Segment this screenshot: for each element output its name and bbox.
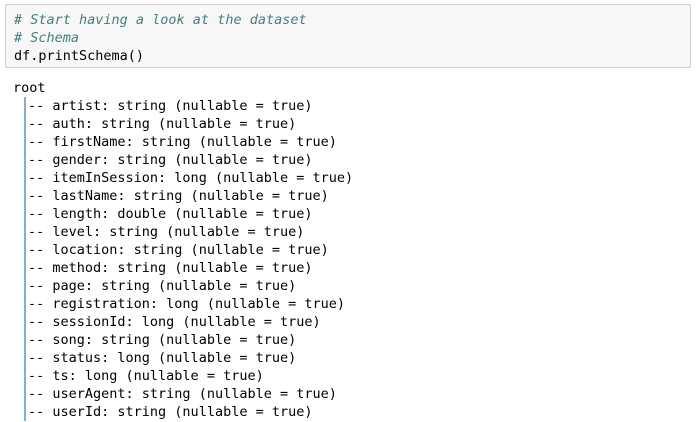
schema-field-line: -- song: string (nullable = true) [13, 331, 693, 349]
code-comment-line: # Schema [14, 30, 80, 46]
schema-field-text: location: string (nullable = true) [52, 242, 329, 258]
tree-branch-prefix: -- [28, 350, 53, 366]
schema-field-line: -- location: string (nullable = true) [13, 241, 693, 259]
schema-field-line: -- length: double (nullable = true) [13, 205, 693, 223]
schema-field-text: status: long (nullable = true) [52, 350, 297, 366]
tree-branch-marker [24, 277, 26, 295]
tree-branch-marker [24, 259, 26, 277]
schema-field-line: -- artist: string (nullable = true) [13, 97, 693, 115]
schema-field-text: song: string (nullable = true) [52, 332, 297, 348]
code-input-cell[interactable]: # Start having a look at the dataset # S… [5, 4, 691, 68]
schema-field-text: userAgent: string (nullable = true) [52, 386, 337, 402]
schema-field-line: -- registration: long (nullable = true) [13, 295, 693, 313]
tree-branch-prefix: -- [28, 116, 53, 132]
code-comment-line: # Start having a look at the dataset [14, 12, 307, 28]
tree-branch-marker [24, 349, 26, 367]
schema-field-text: page: string (nullable = true) [52, 278, 297, 294]
tree-branch-prefix: -- [28, 152, 53, 168]
tree-branch-marker [24, 313, 26, 331]
schema-field-line: -- lastName: string (nullable = true) [13, 187, 693, 205]
tree-branch-marker [24, 367, 26, 385]
schema-field-text: level: string (nullable = true) [52, 224, 305, 240]
tree-branch-prefix: -- [28, 206, 53, 222]
tree-branch-marker [24, 133, 26, 151]
tree-branch-prefix: -- [28, 278, 53, 294]
tree-branch-marker [24, 331, 26, 349]
schema-field-line: -- level: string (nullable = true) [13, 223, 693, 241]
tree-branch-marker [24, 187, 26, 205]
tree-branch-prefix: -- [28, 188, 53, 204]
schema-field-text: artist: string (nullable = true) [52, 98, 313, 114]
tree-branch-marker [24, 403, 26, 421]
schema-field-text: ts: long (nullable = true) [52, 368, 264, 384]
schema-field-line: -- userId: string (nullable = true) [13, 403, 693, 421]
tree-branch-marker [24, 223, 26, 241]
tree-branch-marker [24, 241, 26, 259]
tree-branch-marker [24, 115, 26, 133]
schema-field-line: -- firstName: string (nullable = true) [13, 133, 693, 151]
schema-field-text: registration: long (nullable = true) [52, 296, 345, 312]
tree-branch-marker [24, 151, 26, 169]
schema-field-text: length: double (nullable = true) [52, 206, 313, 222]
schema-field-text: method: string (nullable = true) [52, 260, 313, 276]
tree-branch-marker [24, 169, 26, 187]
schema-field-line: -- status: long (nullable = true) [13, 349, 693, 367]
tree-branch-prefix: -- [28, 296, 53, 312]
tree-branch-prefix: -- [28, 98, 53, 114]
tree-branch-prefix: -- [28, 134, 53, 150]
schema-field-text: userId: string (nullable = true) [52, 404, 313, 420]
schema-field-line: -- auth: string (nullable = true) [13, 115, 693, 133]
tree-branch-prefix: -- [28, 260, 53, 276]
schema-field-text: firstName: string (nullable = true) [52, 134, 337, 150]
tree-branch-prefix: -- [28, 314, 53, 330]
schema-field-line: -- ts: long (nullable = true) [13, 367, 693, 385]
tree-branch-prefix: -- [28, 404, 53, 420]
schema-field-text: lastName: string (nullable = true) [52, 188, 329, 204]
schema-field-text: gender: string (nullable = true) [52, 152, 313, 168]
schema-field-text: sessionId: long (nullable = true) [52, 314, 321, 330]
schema-field-line: -- method: string (nullable = true) [13, 259, 693, 277]
schema-field-line: -- page: string (nullable = true) [13, 277, 693, 295]
tree-branch-marker [24, 385, 26, 403]
tree-branch-marker [24, 97, 26, 115]
schema-field-line: -- sessionId: long (nullable = true) [13, 313, 693, 331]
tree-branch-marker [24, 295, 26, 313]
tree-branch-prefix: -- [28, 386, 53, 402]
schema-field-line: -- gender: string (nullable = true) [13, 151, 693, 169]
schema-field-text: itemInSession: long (nullable = true) [52, 170, 354, 186]
code-statement-line: df.printSchema() [14, 48, 145, 64]
schema-field-line: -- userAgent: string (nullable = true) [13, 385, 693, 403]
tree-branch-prefix: -- [28, 332, 53, 348]
tree-branch-prefix: -- [28, 170, 53, 186]
cell-output-area: root -- artist: string (nullable = true)… [13, 79, 693, 421]
schema-field-text: auth: string (nullable = true) [52, 116, 297, 132]
tree-branch-marker [24, 205, 26, 223]
tree-branch-prefix: -- [28, 368, 53, 384]
tree-branch-prefix: -- [28, 242, 53, 258]
schema-root-label: root [13, 80, 46, 96]
schema-field-line: -- itemInSession: long (nullable = true) [13, 169, 693, 187]
schema-field-list: -- artist: string (nullable = true) -- au… [13, 97, 693, 421]
tree-branch-prefix: -- [28, 224, 53, 240]
